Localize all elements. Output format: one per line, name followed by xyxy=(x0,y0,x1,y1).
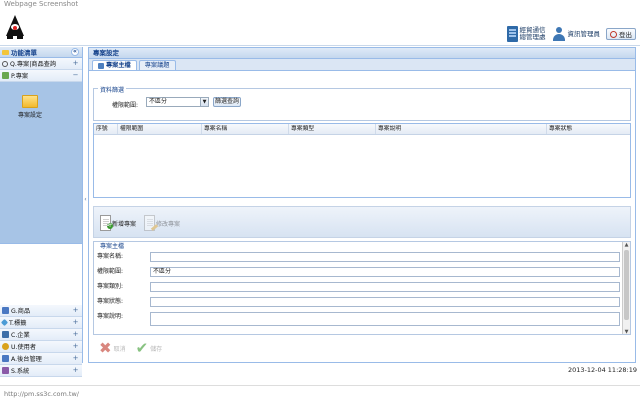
field-label-category: 專案類別: xyxy=(97,283,124,290)
sidebar-item-tags[interactable]: T.標籤 + xyxy=(0,317,82,329)
status-url: http://pm.ss3c.com.tw/ xyxy=(4,390,79,398)
expand-icon[interactable]: + xyxy=(72,60,79,67)
expand-icon[interactable]: + xyxy=(72,355,79,362)
scope-select[interactable]: 不區分 ▼ xyxy=(146,97,209,107)
header-right: 經貿通信 總管理處 資訊管理員 登出 xyxy=(506,24,636,44)
sidebar: 功能清單 « Q.專案|商品查詢 + P.專案 − 專案設定 G.商品 + T.… xyxy=(0,47,83,377)
grid-header: 序號 權限範圍 專案名稱 專案類型 專案說明 專案狀態 xyxy=(94,124,630,135)
page-title: 專案設定 xyxy=(89,48,635,59)
col-desc[interactable]: 專案說明 xyxy=(376,124,547,134)
expand-icon[interactable]: + xyxy=(72,307,79,314)
sidebar-item-system[interactable]: S.系統 + xyxy=(0,365,82,377)
filter-query-button[interactable]: 篩選查詢 xyxy=(213,97,241,107)
system-icon xyxy=(2,367,9,374)
status-divider xyxy=(0,385,640,386)
tag-icon xyxy=(0,318,9,327)
sidebar-item-users[interactable]: U.使用者 + xyxy=(0,341,82,353)
field-label-scope: 權限範圍: xyxy=(97,268,124,275)
sidebar-item-enterprise[interactable]: C.企業 + xyxy=(0,329,82,341)
sidebar-title: 功能清單 « xyxy=(0,47,82,58)
organization: 經貿通信 總管理處 xyxy=(506,26,546,42)
sidebar-item-project[interactable]: P.專案 − xyxy=(0,70,82,82)
expand-icon[interactable]: + xyxy=(72,343,79,350)
power-icon xyxy=(610,30,617,38)
checkmark-icon: ✔ xyxy=(135,339,149,357)
add-project-button[interactable]: + 新增專案 xyxy=(100,211,136,235)
add-document-icon: + xyxy=(100,215,113,231)
col-scope[interactable]: 權限範圍 xyxy=(118,124,202,134)
detail-scrollbar[interactable]: ▲ ▼ xyxy=(622,242,630,334)
tab-bar: 專案主檔 專案議題 xyxy=(89,59,635,71)
project-icon xyxy=(2,72,9,79)
field-label-desc: 專案說明: xyxy=(97,313,124,320)
col-name[interactable]: 專案名稱 xyxy=(202,124,289,134)
field-label-name: 專案名稱: xyxy=(97,253,124,260)
project-toolbar: + 新增專案 修改專案 xyxy=(93,206,631,238)
tab-project-master[interactable]: 專案主檔 xyxy=(92,60,137,70)
scope-label: 權限範圍: xyxy=(112,102,139,109)
detail-actions: ✖ 取消 ✔ 儲存 xyxy=(93,337,631,359)
edit-document-icon xyxy=(144,215,159,231)
java-mascot-logo xyxy=(6,15,24,39)
detail-legend: 專案主檔 xyxy=(98,242,127,250)
current-user: 資訊管理員 xyxy=(552,27,601,41)
folder-icon xyxy=(22,95,38,108)
scroll-thumb[interactable] xyxy=(624,250,629,320)
user-icon xyxy=(2,343,9,350)
admin-icon xyxy=(2,355,9,362)
project-grid: 序號 權限範圍 專案名稱 專案類型 專案說明 專案狀態 xyxy=(93,123,631,198)
project-name-input[interactable] xyxy=(150,252,620,262)
save-button[interactable]: ✔ 儲存 xyxy=(135,339,163,357)
filter-legend: 資料篩選 xyxy=(98,85,127,94)
field-label-status: 專案狀態: xyxy=(97,298,124,305)
logout-button[interactable]: 登出 xyxy=(606,28,636,40)
datetime-display: 2013-12-04 11:28:19 xyxy=(567,366,637,374)
col-type[interactable]: 專案類型 xyxy=(289,124,376,134)
project-submenu: 專案設定 xyxy=(0,82,82,244)
sidebar-item-goods[interactable]: G.商品 + xyxy=(0,305,82,317)
scroll-up-icon[interactable]: ▲ xyxy=(623,242,630,249)
app-header: 經貿通信 總管理處 資訊管理員 登出 xyxy=(0,10,640,46)
edit-project-button[interactable]: 修改專案 xyxy=(144,211,180,235)
org-line2: 總管理處 xyxy=(519,33,546,41)
window-caption: Webpage Screenshot xyxy=(4,0,79,8)
project-desc-input[interactable] xyxy=(150,312,620,326)
project-status-input[interactable] xyxy=(150,297,620,307)
col-status[interactable]: 專案狀態 xyxy=(547,124,630,134)
project-category-input[interactable] xyxy=(150,282,620,292)
project-settings-launcher[interactable]: 專案設定 xyxy=(15,95,45,119)
cancel-button[interactable]: ✖ 取消 xyxy=(99,339,126,357)
collapse-icon[interactable]: − xyxy=(72,72,79,79)
expand-icon[interactable]: + xyxy=(72,367,79,374)
expand-icon[interactable]: + xyxy=(72,319,79,326)
cancel-x-icon: ✖ xyxy=(99,339,112,357)
expand-icon[interactable]: + xyxy=(72,331,79,338)
project-detail-form: 專案主檔 專案名稱: 權限範圍: 不區分 專案類別: 專案狀態: 專案說明: ▲… xyxy=(93,241,631,335)
scroll-down-icon[interactable]: ▼ xyxy=(623,329,630,334)
tab-project-topics[interactable]: 專案議題 xyxy=(138,60,176,70)
sidebar-item-query[interactable]: Q.專案|商品查詢 + xyxy=(0,58,82,70)
tab-icon xyxy=(98,62,104,69)
building-icon xyxy=(506,26,518,42)
goods-icon xyxy=(2,307,9,314)
enterprise-icon xyxy=(2,331,9,338)
scope-input[interactable]: 不區分 xyxy=(150,267,620,277)
sidebar-item-admin[interactable]: A.後台管理 + xyxy=(0,353,82,365)
magnifier-icon xyxy=(2,60,8,67)
user-name: 資訊管理員 xyxy=(567,29,601,38)
collapse-sidebar-icon[interactable]: « xyxy=(71,48,79,56)
col-seq[interactable]: 序號 xyxy=(94,124,118,134)
user-icon xyxy=(552,27,566,41)
filter-panel: 資料篩選 權限範圍: 不區分 ▼ 篩選查詢 xyxy=(93,85,631,121)
folder-icon xyxy=(2,49,9,55)
dropdown-arrow-icon[interactable]: ▼ xyxy=(200,98,208,106)
main-panel: 專案設定 專案主檔 專案議題 資料篩選 權限範圍: 不區分 ▼ 篩選查詢 序號 … xyxy=(88,47,636,363)
logout-label: 登出 xyxy=(619,31,632,39)
